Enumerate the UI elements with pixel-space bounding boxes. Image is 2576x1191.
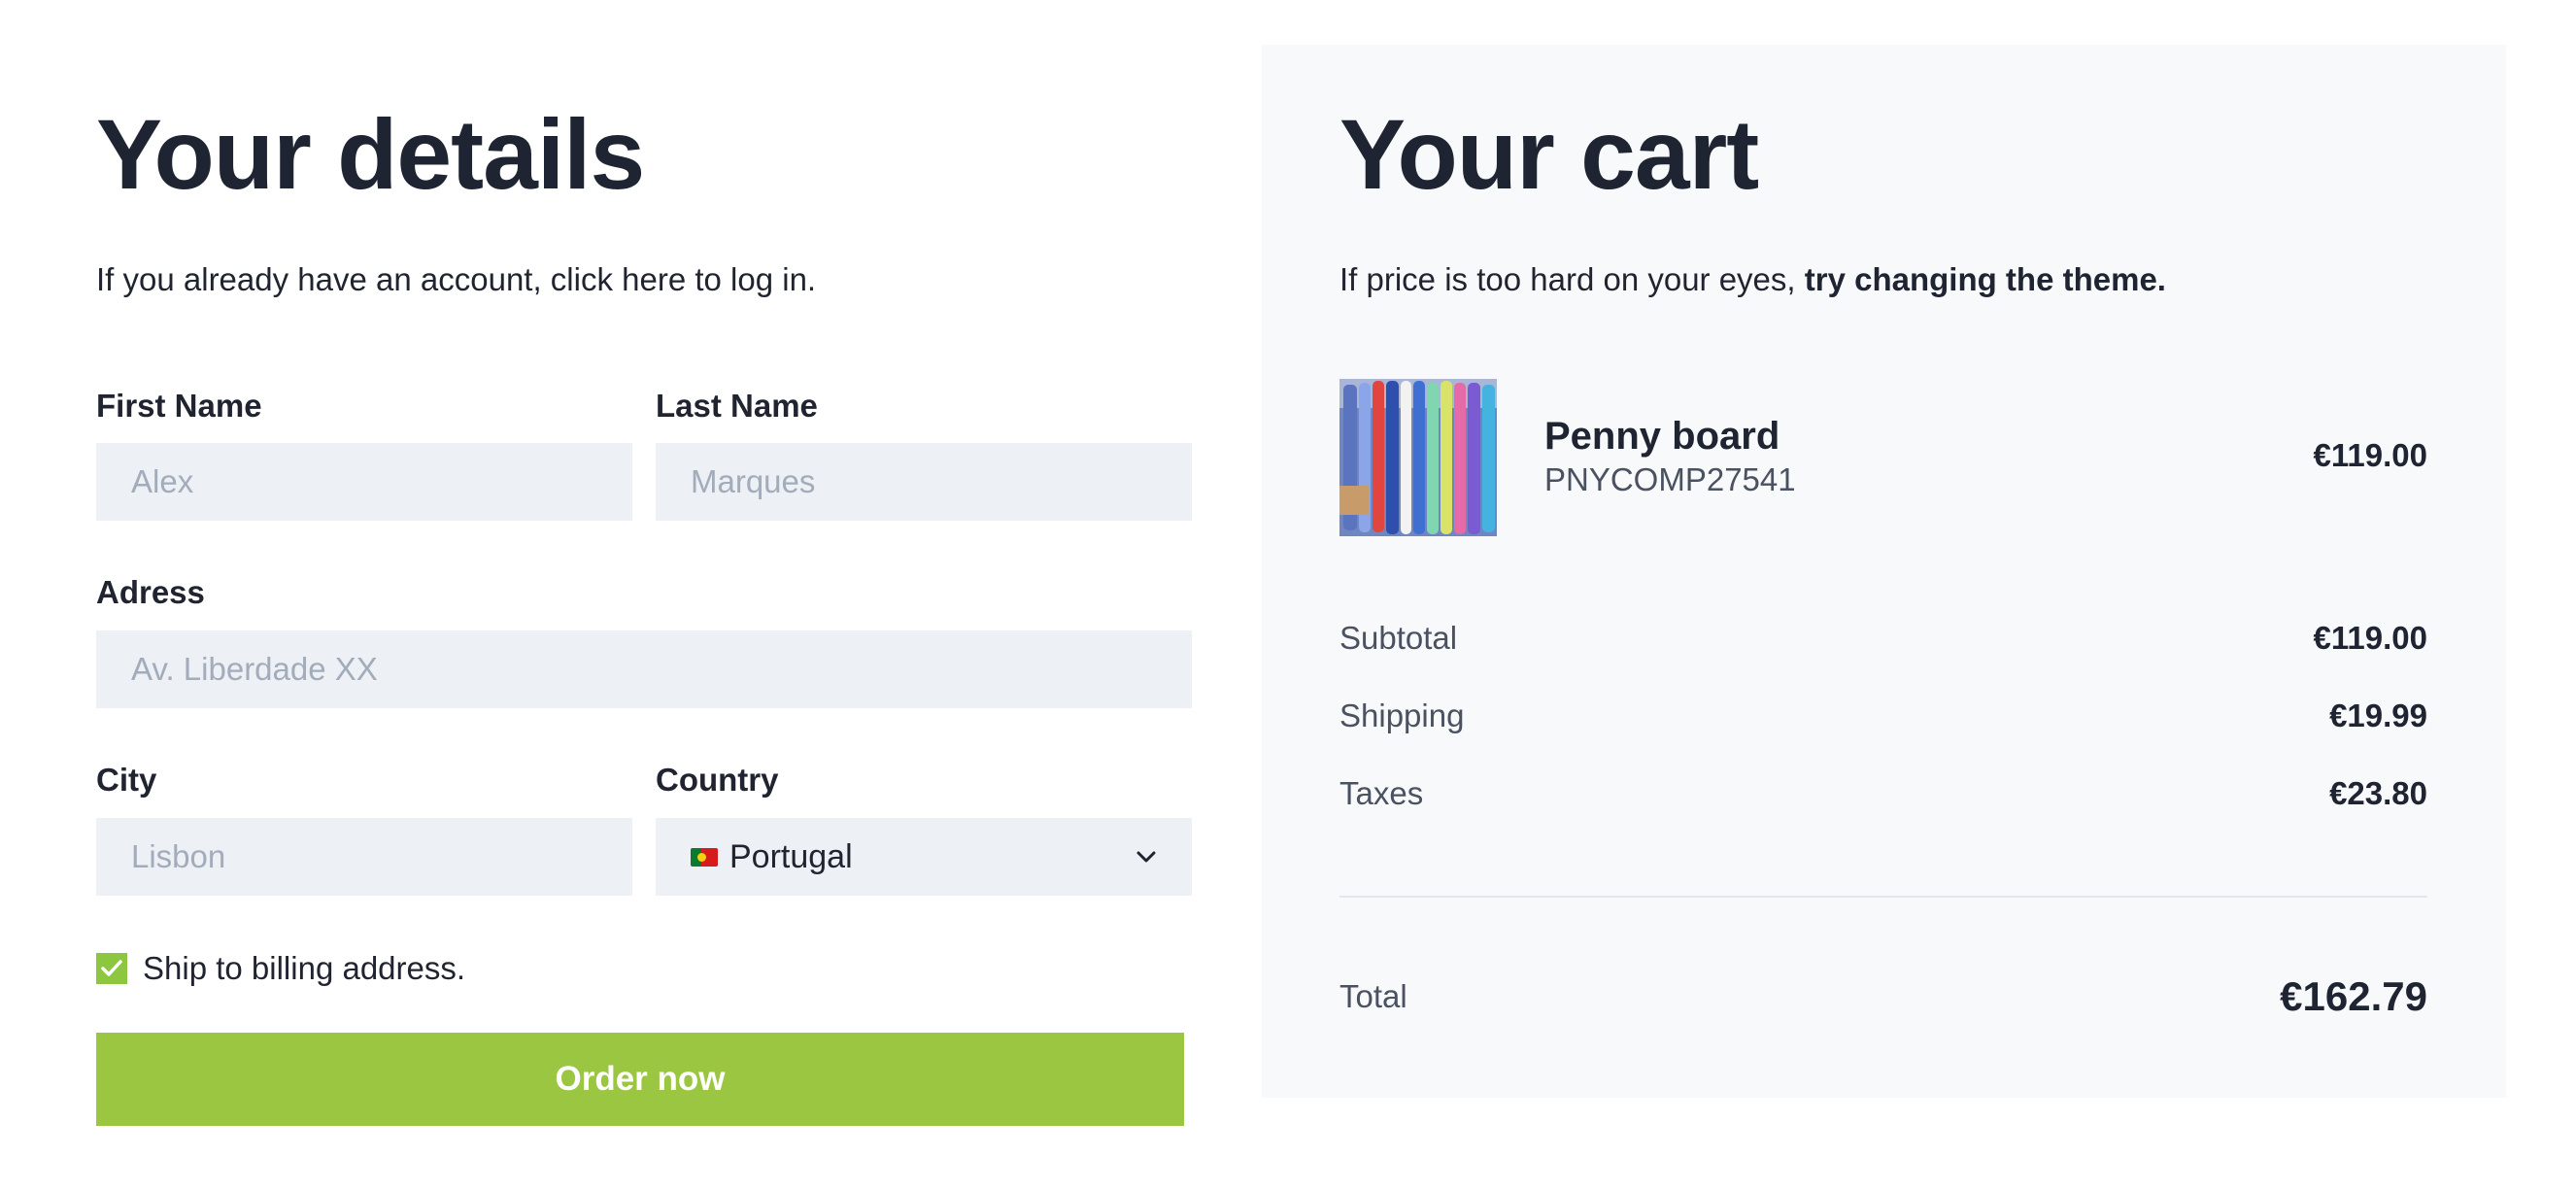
- total-label: Total: [1339, 978, 1407, 1014]
- login-link[interactable]: If you already have an account, click he…: [96, 260, 816, 299]
- theme-hint: If price is too hard on your eyes, try c…: [1339, 260, 2166, 299]
- cart-section: Your cart If price is too hard on your e…: [1262, 45, 2506, 1098]
- last-name-label: Last Name: [656, 388, 818, 424]
- subtotal-value: €119.00: [2313, 620, 2427, 656]
- taxes-value: €23.80: [2329, 775, 2427, 811]
- country-select[interactable]: Portugal: [656, 818, 1192, 896]
- portugal-flag-icon: [691, 847, 718, 867]
- shipping-row: Shipping €19.99: [1339, 698, 2427, 734]
- first-name-input[interactable]: [96, 443, 632, 521]
- product-name: Penny board: [1544, 415, 1780, 458]
- shipping-label: Shipping: [1339, 698, 1465, 733]
- taxes-row: Taxes €23.80: [1339, 775, 2427, 812]
- ship-to-billing-row[interactable]: Ship to billing address.: [96, 950, 465, 987]
- theme-hint-text: If price is too hard on your eyes,: [1339, 261, 1805, 297]
- address-label: Adress: [96, 574, 205, 610]
- address-input[interactable]: [96, 630, 1192, 708]
- check-icon: [101, 960, 122, 976]
- country-selected-value: Portugal: [729, 837, 853, 875]
- change-theme-link[interactable]: try changing the theme.: [1805, 261, 2166, 297]
- cart-item: Penny board PNYCOMP27541 €119.00: [1339, 379, 2427, 536]
- first-name-label: First Name: [96, 388, 262, 424]
- last-name-input[interactable]: [656, 443, 1192, 521]
- city-input[interactable]: [96, 818, 632, 896]
- total-row: Total €162.79: [1339, 973, 2427, 1020]
- details-title: Your details: [96, 99, 645, 210]
- subtotal-label: Subtotal: [1339, 620, 1458, 656]
- country-label: Country: [656, 762, 779, 798]
- subtotal-row: Subtotal €119.00: [1339, 620, 2427, 657]
- taxes-label: Taxes: [1339, 775, 1424, 811]
- ship-to-billing-checkbox[interactable]: [96, 953, 127, 984]
- checkout-page: Your details If you already have an acco…: [0, 0, 2576, 1191]
- product-price: €119.00: [2313, 437, 2427, 473]
- order-now-button[interactable]: Order now: [96, 1033, 1184, 1126]
- cart-title: Your cart: [1339, 99, 1759, 210]
- summary-divider: [1339, 896, 2427, 898]
- product-sku: PNYCOMP27541: [1544, 461, 1796, 497]
- city-label: City: [96, 762, 157, 798]
- chevron-down-icon: [1135, 846, 1157, 868]
- product-thumbnail: [1339, 379, 1497, 536]
- ship-to-billing-label: Ship to billing address.: [143, 950, 466, 986]
- shipping-value: €19.99: [2329, 698, 2427, 733]
- total-value: €162.79: [2280, 973, 2427, 1019]
